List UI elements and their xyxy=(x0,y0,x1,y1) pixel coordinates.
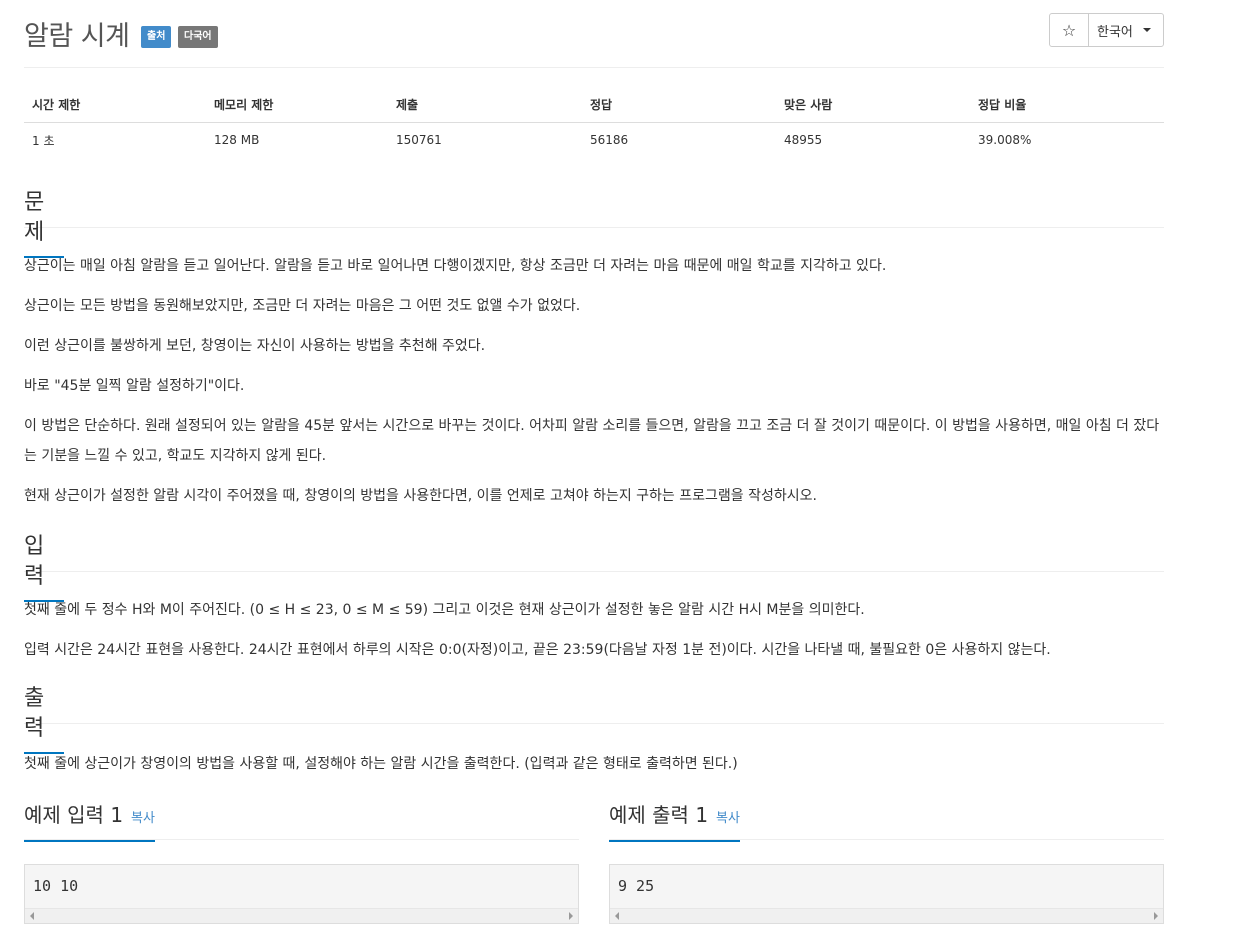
value-accept-ratio: 39.008% xyxy=(978,133,1032,148)
value-solved-users[interactable]: 48955 xyxy=(776,122,970,158)
input-heading: 입력 xyxy=(24,532,64,602)
problem-paragraph-3: 이런 상근이를 불쌍하게 보던, 창영이는 자신이 사용하는 방법을 추천해 주… xyxy=(24,338,486,354)
language-label: 한국어 xyxy=(1097,24,1133,40)
title-row: 알람 시계 출처 다국어 ☆ 한국어 xyxy=(24,0,1164,68)
input-paragraph-1: 첫째 줄에 두 정수 H와 M이 주어진다. (0 ≤ H ≤ 23, 0 ≤ … xyxy=(24,602,865,618)
sample-input-title: 예제 입력 1 xyxy=(24,803,124,827)
sample-input-value: 10 10 xyxy=(33,877,79,895)
output-section-header: 출력 xyxy=(24,684,1164,754)
copy-input-link[interactable]: 복사 xyxy=(131,811,155,826)
scroll-right-icon[interactable] xyxy=(569,912,573,920)
value-accepted[interactable]: 56186 xyxy=(582,122,776,158)
value-submissions[interactable]: 150761 xyxy=(388,122,582,158)
problem-paragraph-5: 이 방법은 단순하다. 원래 설정되어 있는 알람을 45분 앞서는 시간으로 … xyxy=(24,418,1160,464)
header-submissions: 제출 xyxy=(388,88,582,123)
caret-down-icon xyxy=(1142,28,1151,32)
input-paragraph-2: 입력 시간은 24시간 표현을 사용한다. 24시간 표현에서 하루의 시작은 … xyxy=(24,642,1051,658)
sample-output-value: 9 25 xyxy=(618,877,655,895)
star-icon[interactable]: ☆ xyxy=(1050,14,1089,46)
header-time-limit: 시간 제한 xyxy=(24,88,206,123)
problem-paragraph-4: 바로 "45분 일찍 알람 설정하기"이다. xyxy=(24,378,245,394)
multilang-badge[interactable]: 다국어 xyxy=(178,26,218,48)
problem-section-header: 문제 xyxy=(24,188,1164,258)
header-memory-limit: 메모리 제한 xyxy=(206,88,388,123)
sample-input-header: 예제 입력 1 복사 xyxy=(24,800,579,842)
page-title: 알람 시계 xyxy=(24,21,130,52)
sample-input-scrollbar[interactable] xyxy=(25,908,578,923)
problem-paragraph-1: 상근이는 매일 아침 알람을 듣고 일어난다. 알람을 듣고 바로 일어나면 다… xyxy=(24,258,887,274)
language-dropdown[interactable]: 한국어 xyxy=(1089,14,1163,46)
copy-output-link[interactable]: 복사 xyxy=(716,811,740,826)
sample-output-title: 예제 출력 1 xyxy=(609,803,709,827)
sample-input-box[interactable]: 10 10 xyxy=(24,864,579,924)
scroll-right-icon[interactable] xyxy=(1154,912,1158,920)
value-memory-limit: 128 MB xyxy=(214,133,260,148)
header-accept-ratio: 정답 비율 xyxy=(970,88,1164,123)
input-section-header: 입력 xyxy=(24,532,1164,602)
problem-paragraph-2: 상근이는 모든 방법을 동원해보았지만, 조금만 더 자려는 마음은 그 어떤 … xyxy=(24,298,581,314)
sample-output-heading: 예제 출력 1 복사 xyxy=(609,800,740,842)
problem-paragraph-6: 현재 상근이가 설정한 알람 시각이 주어졌을 때, 창영이의 방법을 사용한다… xyxy=(24,488,817,504)
table-header-row: 시간 제한 메모리 제한 제출 정답 맞은 사람 정답 비율 xyxy=(24,88,1164,123)
value-time-limit: 1 초 xyxy=(32,133,55,148)
sample-output-header: 예제 출력 1 복사 xyxy=(609,800,1164,842)
problem-heading: 문제 xyxy=(24,188,64,258)
top-controls: ☆ 한국어 xyxy=(1049,13,1164,47)
header-solved-users: 맞은 사람 xyxy=(776,88,970,123)
sample-input-heading: 예제 입력 1 복사 xyxy=(24,800,155,842)
output-paragraph-1: 첫째 줄에 상근이가 창영이의 방법을 사용할 때, 설정해야 하는 알람 시간… xyxy=(24,756,738,772)
source-badge[interactable]: 출처 xyxy=(141,26,172,48)
output-heading: 출력 xyxy=(24,684,64,754)
table-row: 1 초 128 MB 150761 56186 48955 39.008% xyxy=(24,122,1164,158)
sample-output-box[interactable]: 9 25 xyxy=(609,864,1164,924)
sample-output-scrollbar[interactable] xyxy=(610,908,1163,923)
problem-page: 알람 시계 출처 다국어 ☆ 한국어 시간 제한 메모리 제한 제출 정답 맞은… xyxy=(24,0,1164,924)
scroll-left-icon[interactable] xyxy=(30,912,34,920)
header-accepted: 정답 xyxy=(582,88,776,123)
scroll-left-icon[interactable] xyxy=(615,912,619,920)
problem-info-table: 시간 제한 메모리 제한 제출 정답 맞은 사람 정답 비율 1 초 128 M… xyxy=(24,88,1164,158)
